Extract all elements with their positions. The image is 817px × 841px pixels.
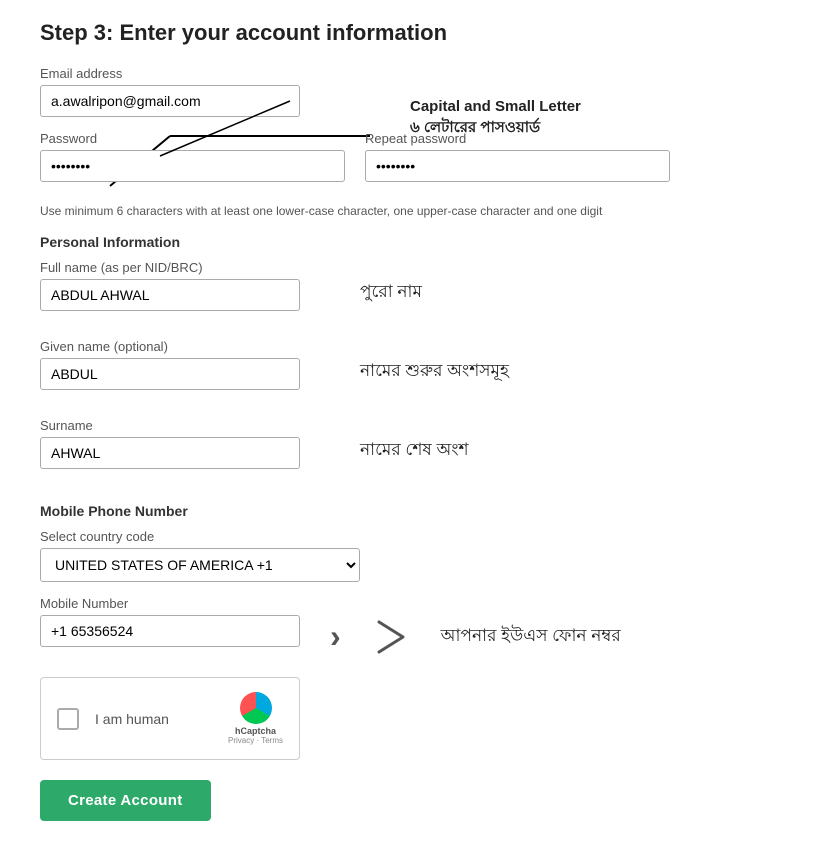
password-hint: Use minimum 6 characters with at least o… [40, 204, 670, 218]
email-label: Email address [40, 66, 300, 81]
country-code-field-group: Select country code UNITED STATES OF AME… [40, 529, 360, 582]
surname-annotation: নামের শেষ অংশ [360, 437, 469, 465]
captcha-logo: hCaptcha Privacy · Terms [228, 692, 283, 745]
full-name-input[interactable] [40, 279, 300, 311]
mobile-label: Mobile Number [40, 596, 300, 611]
surname-input[interactable] [40, 437, 300, 469]
full-name-label: Full name (as per NID/BRC) [40, 260, 300, 275]
given-name-annotation: নামের শুরুর অংশসমূহ [360, 358, 509, 386]
password-row: Password Repeat password [40, 131, 670, 196]
given-name-input[interactable] [40, 358, 300, 390]
given-name-field-group: Given name (optional) [40, 339, 300, 390]
mobile-input[interactable] [40, 615, 300, 647]
full-name-field-group: Full name (as per NID/BRC) [40, 260, 300, 311]
mobile-annotation: আপনার ইউএস ফোন নম্বর [441, 623, 621, 651]
create-account-button[interactable]: Create Account [40, 780, 211, 821]
country-code-label: Select country code [40, 529, 360, 544]
arrow-mobile-icon: › [330, 618, 341, 655]
repeat-password-input[interactable] [365, 150, 670, 182]
captcha-brand: hCaptcha [235, 726, 276, 736]
surname-field-group: Surname [40, 418, 300, 469]
page-title: Step 3: Enter your account information [40, 20, 720, 46]
personal-info-title: Personal Information [40, 234, 720, 250]
mobile-number-field-group: Mobile Number [40, 596, 300, 647]
country-code-select[interactable]: UNITED STATES OF AMERICA +1 BANGLADESH +… [40, 548, 360, 582]
given-name-label: Given name (optional) [40, 339, 300, 354]
arrow-mobile-svg [371, 617, 411, 657]
email-input[interactable] [40, 85, 300, 117]
password-field-group: Password [40, 131, 345, 182]
captcha-label: I am human [95, 711, 212, 727]
captcha-box[interactable]: I am human hCaptcha Privacy · Terms [40, 677, 300, 760]
capital-annotation-line1: Capital and Small Letter [410, 96, 581, 117]
captcha-checkbox[interactable] [57, 708, 79, 730]
captcha-sub: Privacy · Terms [228, 736, 283, 745]
full-name-annotation: পুরো নাম [360, 279, 422, 307]
password-label: Password [40, 131, 345, 146]
main-container: Step 3: Enter your account information E… [40, 20, 720, 821]
surname-label: Surname [40, 418, 300, 433]
repeat-password-label: Repeat password [365, 131, 670, 146]
captcha-logo-circle [240, 692, 272, 724]
mobile-title: Mobile Phone Number [40, 503, 720, 519]
repeat-password-field-group: Repeat password [365, 131, 670, 182]
password-input[interactable] [40, 150, 345, 182]
email-field-group: Email address [40, 66, 300, 117]
